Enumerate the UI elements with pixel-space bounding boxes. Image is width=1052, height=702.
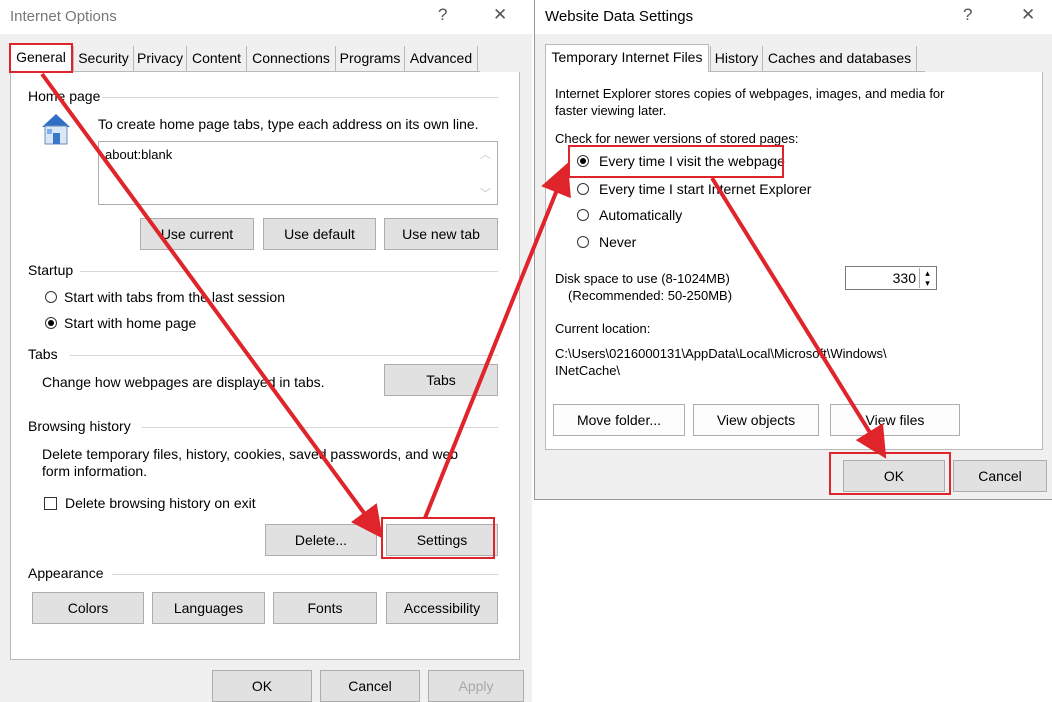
home-page-instruction: To create home page tabs, type each addr… — [98, 116, 479, 132]
check-label: Check for newer versions of stored pages… — [555, 131, 799, 146]
help-icon[interactable]: ? — [438, 5, 447, 25]
browsing-history-description-line1: Delete temporary files, history, cookies… — [42, 446, 459, 462]
never-label[interactable]: Never — [599, 234, 636, 251]
current-location-label: Current location: — [555, 321, 651, 336]
home-page-input[interactable]: about:blank — [98, 141, 498, 205]
description-line1: Internet Explorer stores copies of webpa… — [555, 86, 945, 101]
website-data-ok-button[interactable]: OK — [843, 460, 945, 492]
cancel-button[interactable]: Cancel — [320, 670, 420, 702]
current-location-line2: INetCache\ — [555, 363, 621, 378]
use-default-button[interactable]: Use default — [263, 218, 376, 250]
scroll-up-icon[interactable]: ︿ — [480, 146, 491, 162]
home-page-icon — [36, 109, 76, 149]
every-visit-radio[interactable] — [577, 155, 589, 167]
window-title: Internet Options — [10, 8, 117, 25]
description-line2: faster viewing later. — [555, 103, 667, 118]
tab-caches-and-databases[interactable]: Caches and databases — [762, 46, 917, 72]
divider — [102, 97, 498, 98]
divider — [112, 574, 498, 575]
move-folder-button[interactable]: Move folder... — [553, 404, 685, 436]
use-new-tab-button[interactable]: Use new tab — [384, 218, 498, 250]
scroll-down-icon[interactable]: ﹀ — [480, 185, 491, 201]
website-data-titlebar: Website Data Settings ? ✕ — [535, 0, 1052, 34]
disk-space-value: 330 — [892, 270, 916, 286]
tab-general[interactable]: General — [10, 44, 72, 73]
tab-connections[interactable]: Connections — [246, 46, 335, 72]
tab-security[interactable]: Security — [73, 46, 133, 72]
never-radio[interactable] — [577, 236, 589, 248]
website-data-settings-window: Website Data Settings ? ✕ Temporary Inte… — [534, 0, 1052, 500]
divider — [80, 271, 498, 272]
startup-home-page-radio[interactable] — [45, 317, 57, 329]
startup-home-page-label[interactable]: Start with home page — [64, 315, 196, 332]
appearance-label: Appearance — [28, 565, 104, 581]
window-title: Website Data Settings — [545, 8, 694, 25]
colors-button[interactable]: Colors — [32, 592, 144, 624]
help-icon[interactable]: ? — [963, 5, 972, 25]
accessibility-button[interactable]: Accessibility — [386, 592, 498, 624]
automatically-radio[interactable] — [577, 209, 589, 221]
close-icon[interactable]: ✕ — [493, 5, 507, 25]
startup-last-session-label[interactable]: Start with tabs from the last session — [64, 289, 285, 306]
home-page-label: Home page — [28, 88, 101, 104]
tab-history[interactable]: History — [710, 46, 762, 72]
tab-content[interactable]: Content — [186, 46, 246, 72]
tab-programs[interactable]: Programs — [335, 46, 404, 72]
current-location-line1: C:\Users\0216000131\AppData\Local\Micros… — [555, 346, 887, 361]
spinner-icon[interactable]: ▴ ▾ — [919, 268, 935, 288]
use-current-button[interactable]: Use current — [140, 218, 254, 250]
disk-recommended-label: (Recommended: 50-250MB) — [568, 288, 733, 303]
languages-button[interactable]: Languages — [152, 592, 265, 624]
tab-advanced[interactable]: Advanced — [404, 46, 478, 72]
automatically-label[interactable]: Automatically — [599, 207, 682, 224]
tab-privacy[interactable]: Privacy — [133, 46, 186, 72]
settings-button[interactable]: Settings — [386, 524, 498, 556]
ok-button[interactable]: OK — [212, 670, 312, 702]
startup-last-session-radio[interactable] — [45, 291, 57, 303]
fonts-button[interactable]: Fonts — [273, 592, 377, 624]
tabs-description: Change how webpages are displayed in tab… — [42, 374, 325, 390]
delete-on-exit-label[interactable]: Delete browsing history on exit — [65, 495, 256, 512]
internet-options-window: Internet Options ? ✕ General Security Pr… — [0, 0, 532, 702]
temporary-files-panel — [545, 72, 1043, 450]
divider — [70, 355, 498, 356]
browsing-history-label: Browsing history — [28, 418, 131, 434]
view-files-button[interactable]: View files — [830, 404, 960, 436]
delete-on-exit-checkbox[interactable] — [44, 497, 57, 510]
disk-space-label: Disk space to use (8-1024MB) — [555, 271, 730, 286]
disk-space-input[interactable]: 330 ▴ ▾ — [845, 266, 937, 290]
view-objects-button[interactable]: View objects — [693, 404, 819, 436]
browsing-history-description-line2: form information. — [42, 463, 148, 479]
tabs-group-label: Tabs — [28, 346, 58, 362]
tab-temporary-internet-files[interactable]: Temporary Internet Files — [545, 44, 709, 73]
website-data-cancel-button[interactable]: Cancel — [953, 460, 1047, 492]
every-start-label[interactable]: Every time I start Internet Explorer — [599, 181, 811, 198]
tabs-button[interactable]: Tabs — [384, 364, 498, 396]
apply-button[interactable]: Apply — [428, 670, 524, 702]
divider — [142, 427, 498, 428]
delete-button[interactable]: Delete... — [265, 524, 377, 556]
close-icon[interactable]: ✕ — [1021, 5, 1035, 25]
startup-label: Startup — [28, 262, 74, 278]
every-visit-label[interactable]: Every time I visit the webpage — [599, 153, 785, 170]
internet-options-titlebar: Internet Options ? ✕ — [0, 0, 532, 34]
every-start-radio[interactable] — [577, 183, 589, 195]
